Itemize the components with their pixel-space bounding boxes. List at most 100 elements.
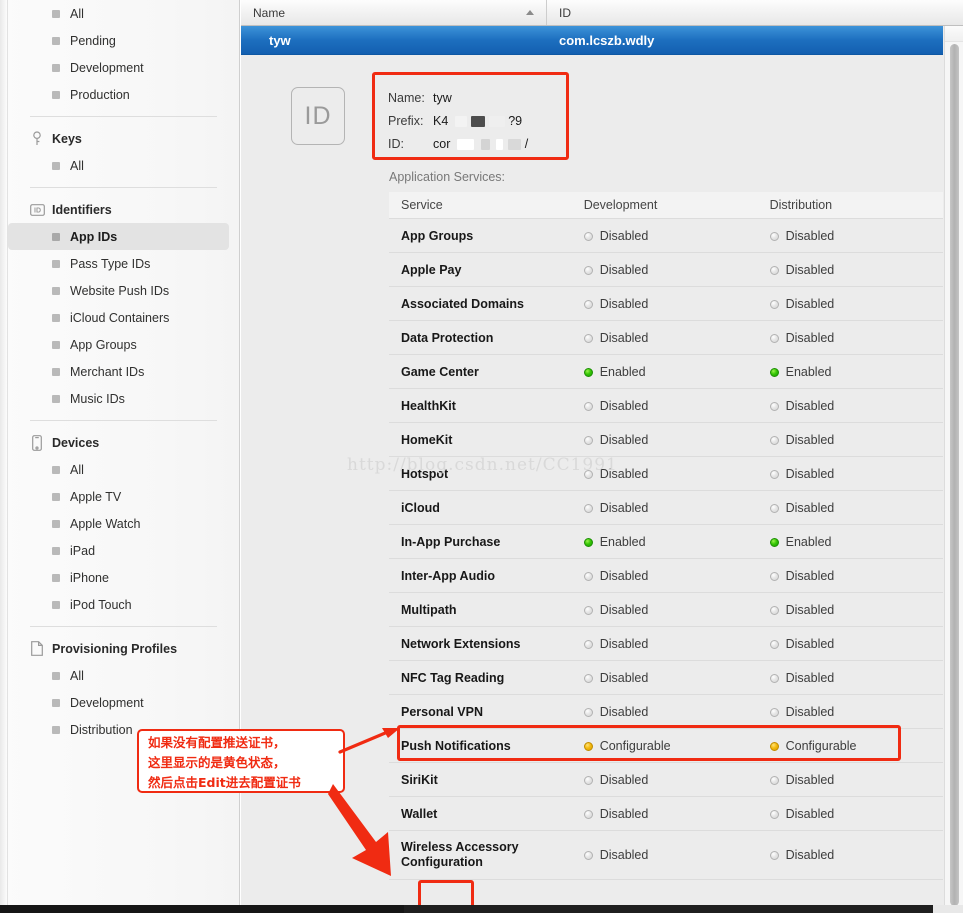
- sidebar-item-label: Music IDs: [70, 391, 125, 406]
- sidebar-item-apple-watch[interactable]: Apple Watch: [8, 510, 239, 537]
- svg-text:ID: ID: [34, 207, 41, 214]
- key-icon: [29, 131, 45, 147]
- sidebar-item-label: Merchant IDs: [70, 364, 145, 379]
- status-disabled-icon: [769, 673, 779, 683]
- sidebar-item-production[interactable]: Production: [8, 81, 239, 108]
- sidebar-item-website-push-ids[interactable]: Website Push IDs: [8, 277, 239, 304]
- bullet-square-icon: [52, 492, 60, 501]
- status-disabled-icon: [769, 435, 779, 445]
- service-development-status: Disabled: [571, 694, 758, 729]
- sidebar-item-label: All: [70, 462, 84, 477]
- service-row: In-App Purchase Enabled Enabled: [389, 524, 943, 559]
- status-disabled-icon: [769, 231, 779, 241]
- summary-highlight-box: [372, 72, 569, 160]
- sidebar-item-all[interactable]: All: [8, 456, 239, 483]
- sidebar-item-development[interactable]: Development: [8, 689, 239, 716]
- service-development-status: Disabled: [571, 320, 758, 355]
- bullet-square-icon: [52, 671, 60, 680]
- sidebar-item-label: All: [70, 158, 84, 173]
- service-distribution-status: Disabled: [757, 694, 943, 729]
- bullet-square-icon: [52, 340, 60, 349]
- service-distribution-status: Disabled: [757, 456, 943, 491]
- status-disabled-icon: [583, 299, 593, 309]
- status-enabled-icon: [583, 367, 593, 377]
- status-disabled-icon: [769, 401, 779, 411]
- status-label: Disabled: [785, 296, 835, 311]
- status-disabled-icon: [583, 503, 593, 513]
- column-header-name-label: Name: [253, 5, 286, 20]
- status-disabled-icon: [583, 639, 593, 649]
- status-disabled-icon: [583, 401, 593, 411]
- status-label: Enabled: [599, 364, 646, 379]
- sidebar-item-label: Apple TV: [70, 489, 122, 504]
- service-name: App Groups: [389, 218, 572, 253]
- status-label: Disabled: [599, 432, 649, 447]
- bullet-square-icon: [52, 161, 60, 170]
- service-name: Push Notifications: [389, 728, 572, 763]
- sidebar-item-all[interactable]: All: [8, 152, 239, 179]
- service-distribution-status: Disabled: [757, 422, 943, 457]
- sidebar-divider: [30, 420, 217, 421]
- sidebar-item-apple-tv[interactable]: Apple TV: [8, 483, 239, 510]
- status-disabled-icon: [769, 469, 779, 479]
- sidebar-item-label: Production: [70, 87, 130, 102]
- status-disabled-icon: [583, 571, 593, 581]
- sidebar-item-label: Distribution: [70, 722, 133, 737]
- sidebar-item-music-ids[interactable]: Music IDs: [8, 385, 239, 412]
- sidebar-item-all[interactable]: All: [8, 662, 239, 689]
- bullet-square-icon: [52, 573, 60, 582]
- sidebar-item-ipod-touch[interactable]: iPod Touch: [8, 591, 239, 618]
- sidebar-item-development[interactable]: Development: [8, 54, 239, 81]
- sidebar-item-pending[interactable]: Pending: [8, 27, 239, 54]
- services-header-row: Service Development Distribution: [389, 192, 943, 219]
- status-label: Disabled: [785, 848, 835, 862]
- service-row: Network Extensions Disabled Disabled: [389, 626, 943, 661]
- sidebar-item-app-ids[interactable]: App IDs: [8, 223, 229, 250]
- sidebar-item-label: iPhone: [70, 570, 109, 585]
- service-name: iCloud: [389, 490, 572, 525]
- service-development-status: Disabled: [571, 422, 758, 457]
- scrollbar-thumb[interactable]: [950, 44, 959, 905]
- status-label: Disabled: [785, 670, 835, 685]
- status-disabled-icon: [583, 231, 593, 241]
- bullet-square-icon: [52, 465, 60, 474]
- service-development-status: Disabled: [571, 796, 758, 831]
- identifier-badge-icon: ID: [291, 87, 345, 145]
- service-name: HealthKit: [389, 388, 572, 423]
- status-label: Disabled: [599, 636, 649, 651]
- sidebar-item-all[interactable]: All: [8, 0, 239, 27]
- bullet-square-icon: [52, 600, 60, 609]
- sidebar-section-devices: Devices: [8, 429, 239, 456]
- service-name: Multipath: [389, 592, 572, 627]
- main-vertical-scrollbar[interactable]: [944, 26, 963, 905]
- app-id-detail-pane: ID Name: tyw Prefix: K4 ?9 ID: cor / App…: [241, 56, 943, 905]
- sidebar-item-icloud-containers[interactable]: iCloud Containers: [8, 304, 239, 331]
- service-distribution-status: Disabled: [757, 286, 943, 321]
- bullet-square-icon: [52, 9, 60, 18]
- service-row: HealthKit Disabled Disabled: [389, 388, 943, 423]
- sidebar-item-iphone[interactable]: iPhone: [8, 564, 239, 591]
- service-development-status: Disabled: [571, 252, 758, 287]
- column-header-id[interactable]: ID: [547, 0, 963, 25]
- scrollbar-top-cap: [945, 26, 963, 42]
- service-development-status: Enabled: [571, 354, 758, 389]
- window-bottom-edge: [0, 905, 963, 913]
- identifier-badge-icon: ID: [29, 202, 45, 218]
- sidebar-section-provisioning-profiles: Provisioning Profiles: [8, 635, 239, 662]
- column-header-name[interactable]: Name: [241, 0, 547, 25]
- sidebar-item-label: iPad: [70, 543, 96, 558]
- sidebar-item-pass-type-ids[interactable]: Pass Type IDs: [8, 250, 239, 277]
- status-label: Disabled: [785, 262, 835, 277]
- service-development-status: Disabled: [571, 388, 758, 423]
- sidebar-item-label: iPod Touch: [70, 597, 132, 612]
- service-development-status: Disabled: [571, 286, 758, 321]
- sidebar-item-merchant-ids[interactable]: Merchant IDs: [8, 358, 239, 385]
- service-row: Wireless Accessory Configuration Disabled D…: [389, 830, 943, 880]
- app-id-row-selected[interactable]: tyw com.lcszb.wdly: [241, 26, 943, 55]
- bullet-square-icon: [52, 286, 60, 295]
- status-disabled-icon: [583, 435, 593, 445]
- status-label: Configurable: [785, 738, 857, 753]
- sidebar-item-ipad[interactable]: iPad: [8, 537, 239, 564]
- sidebar-item-app-groups[interactable]: App Groups: [8, 331, 239, 358]
- status-label: Enabled: [785, 534, 832, 549]
